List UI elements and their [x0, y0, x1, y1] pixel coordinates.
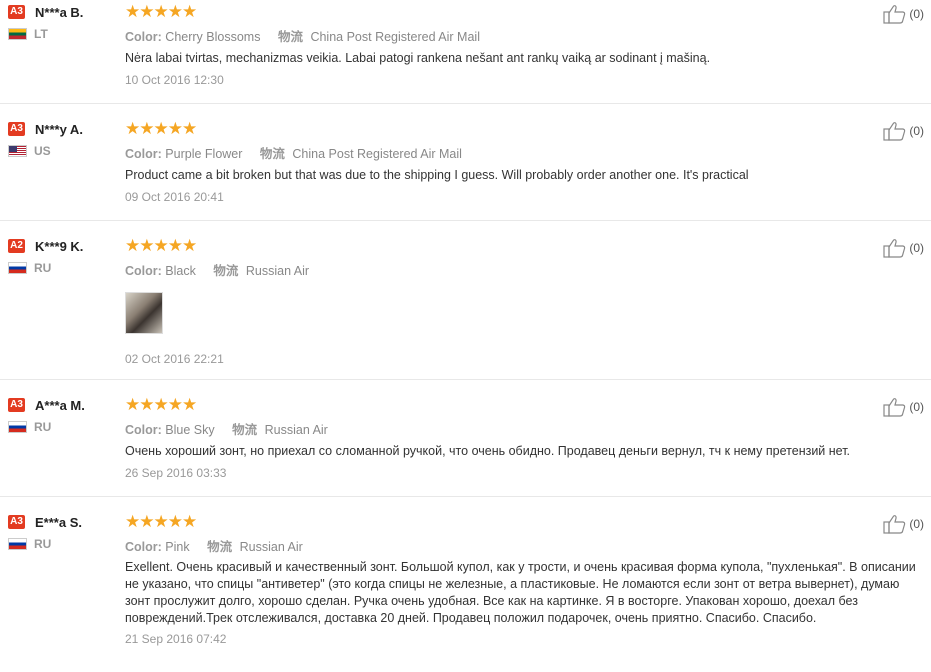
star-rating: ★★★★★ [125, 119, 197, 138]
star-rating: ★★★★★ [125, 512, 197, 531]
reviewer-info: A3 E***a S. RU [0, 513, 125, 660]
review-date: 10 Oct 2016 12:30 [125, 73, 224, 87]
review-meta: Color: Blue Sky 物流 Russian Air [125, 419, 931, 437]
color-value: Blue Sky [165, 423, 215, 437]
shipping-label: 物流 [259, 147, 285, 161]
star-rating: ★★★★★ [125, 2, 197, 21]
thumbs-up-icon[interactable] [883, 397, 907, 417]
buyer-level-badge: A3 [8, 515, 25, 529]
review-meta: Color: Black 物流 Russian Air [125, 260, 931, 278]
review-text: Nėra labai tvirtas, mechanizmas veikia. … [125, 51, 711, 65]
shipping-value: China Post Registered Air Mail [292, 147, 462, 161]
country-code: US [34, 144, 51, 158]
review-item: A3 A***a M. RU ★★★★★ Color: Blue Sky 物流 … [0, 380, 931, 497]
shipping-value: China Post Registered Air Mail [310, 30, 480, 44]
review-meta: Color: Purple Flower 物流 China Post Regis… [125, 143, 931, 161]
color-value: Pink [165, 540, 190, 554]
buyer-level-badge: A3 [8, 5, 25, 19]
reviewer-info: A3 N***a B. LT [0, 3, 125, 103]
review-date: 02 Oct 2016 22:21 [125, 352, 224, 366]
shipping-label: 物流 [213, 264, 239, 278]
shipping-label: 物流 [207, 540, 233, 554]
review-content: ★★★★★ Color: Purple Flower 物流 China Post… [125, 119, 931, 220]
thumbs-up-icon[interactable] [883, 121, 907, 141]
helpful-button[interactable]: (0) [883, 238, 924, 258]
review-content: ★★★★★ Color: Cherry Blossoms 物流 China Po… [125, 2, 931, 103]
color-label: Color: [125, 264, 162, 278]
flag-ru-icon [8, 421, 27, 433]
thumbs-up-icon[interactable] [883, 514, 907, 534]
review-item: A3 N***a B. LT ★★★★★ Color: Cherry Bloss… [0, 0, 931, 104]
thumbs-up-icon[interactable] [883, 4, 907, 24]
helpful-button[interactable]: (0) [883, 121, 924, 141]
buyer-level-badge: A3 [8, 122, 25, 136]
color-label: Color: [125, 30, 162, 44]
review-date: 09 Oct 2016 20:41 [125, 190, 224, 204]
helpful-count: (0) [909, 124, 924, 138]
helpful-button[interactable]: (0) [883, 397, 924, 417]
country-code: RU [34, 261, 52, 275]
reviewer-name: A***a M. [35, 397, 85, 413]
review-meta: Color: Cherry Blossoms 物流 China Post Reg… [125, 26, 931, 44]
review-item: A3 E***a S. RU ★★★★★ Color: Pink 物流 Russ… [0, 497, 931, 660]
helpful-button[interactable]: (0) [883, 4, 924, 24]
color-label: Color: [125, 540, 162, 554]
review-content: ★★★★★ Color: Pink 物流 Russian Air Exellen… [125, 512, 931, 660]
color-label: Color: [125, 423, 162, 437]
shipping-label: 物流 [277, 30, 303, 44]
shipping-value: Russian Air [245, 264, 310, 278]
review-meta: Color: Pink 物流 Russian Air [125, 536, 931, 554]
color-value: Black [165, 264, 196, 278]
shipping-value: Russian Air [264, 423, 328, 437]
reviewer-name: K***9 K. [35, 238, 84, 254]
reviewer-info: A2 K***9 K. RU [0, 237, 125, 379]
reviewer-info: A3 A***a M. RU [0, 396, 125, 496]
country-code: RU [34, 537, 52, 551]
helpful-count: (0) [909, 517, 924, 531]
review-content: ★★★★★ Color: Black 物流 Russian Air 02 Oct… [125, 236, 931, 379]
flag-ru-icon [8, 538, 27, 550]
shipping-label: 物流 [232, 423, 258, 437]
star-rating: ★★★★★ [125, 395, 197, 414]
reviewer-name: N***y A. [35, 121, 83, 137]
shipping-value: Russian Air [239, 540, 303, 554]
helpful-count: (0) [909, 7, 924, 21]
helpful-count: (0) [909, 241, 924, 255]
review-text: Exellent. Очень красивый и качественный … [125, 560, 916, 625]
buyer-level-badge: A2 [8, 239, 25, 253]
thumbs-up-icon[interactable] [883, 238, 907, 258]
review-date: 21 Sep 2016 07:42 [125, 632, 227, 646]
review-text: Product came a bit broken but that was d… [125, 168, 749, 182]
color-value: Purple Flower [165, 147, 243, 161]
reviewer-name: N***a B. [35, 4, 84, 20]
color-label: Color: [125, 147, 162, 161]
review-content: ★★★★★ Color: Blue Sky 物流 Russian Air Оче… [125, 395, 931, 496]
reviewer-info: A3 N***y A. US [0, 120, 125, 220]
reviewer-name: E***a S. [35, 514, 82, 530]
country-code: RU [34, 420, 52, 434]
review-photo-thumbnail[interactable] [125, 292, 163, 334]
flag-us-icon [8, 145, 27, 157]
review-date: 26 Sep 2016 03:33 [125, 466, 227, 480]
review-text: Очень хороший зонт, но приехал со сломан… [125, 444, 851, 458]
helpful-count: (0) [909, 400, 924, 414]
buyer-level-badge: A3 [8, 398, 25, 412]
review-item: A3 N***y A. US ★★★★★ Color: Purple Flowe… [0, 104, 931, 221]
color-value: Cherry Blossoms [165, 30, 261, 44]
flag-lt-icon [8, 28, 27, 40]
review-item: A2 K***9 K. RU ★★★★★ Color: Black 物流 Rus… [0, 221, 931, 380]
flag-ru-icon [8, 262, 27, 274]
helpful-button[interactable]: (0) [883, 514, 924, 534]
review-list: A3 N***a B. LT ★★★★★ Color: Cherry Bloss… [0, 0, 931, 660]
country-code: LT [34, 27, 48, 41]
star-rating: ★★★★★ [125, 236, 197, 255]
